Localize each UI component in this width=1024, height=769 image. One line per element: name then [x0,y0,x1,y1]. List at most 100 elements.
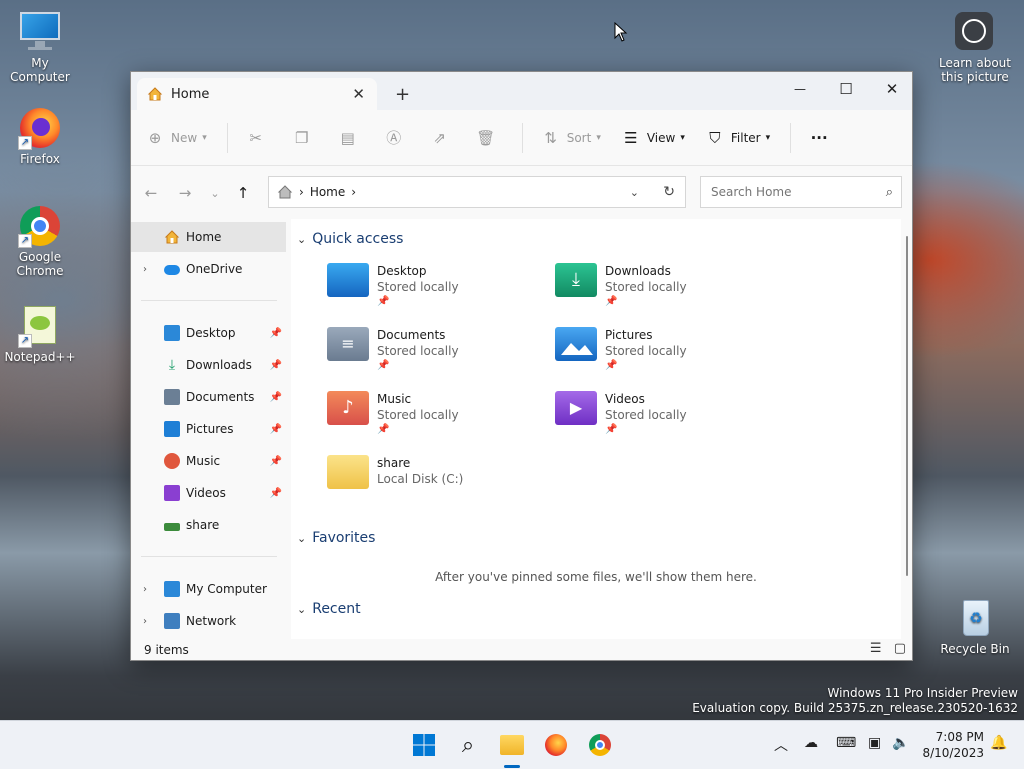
nav-item-pictures[interactable]: Pictures 📌 [131,414,286,444]
expand-chevron-icon[interactable]: › [143,584,147,595]
delete-button[interactable]: 🗑 [476,128,502,148]
rename-button[interactable]: Ⓐ [384,128,410,148]
taskbar-chrome[interactable] [584,729,616,761]
onedrive-offline-icon[interactable]: ☁ [804,735,818,751]
title-bar[interactable]: Home ✕ + — ☐ ✕ [131,72,912,110]
pin-icon: 📌 [377,296,390,307]
nav-item-downloads[interactable]: ⤓ Downloads 📌 [131,350,286,380]
nav-item-music[interactable]: Music 📌 [131,446,286,476]
desktop-icon-notepadpp[interactable]: ↗ Notepad++ [0,304,80,364]
paste-button[interactable]: ▤ [338,128,364,148]
nav-item-videos[interactable]: Videos 📌 [131,478,286,508]
section-recent[interactable]: ⌄ Recent [297,601,361,617]
tiles-view-icon[interactable]: ▢ [894,641,906,656]
copy-icon: ❐ [294,128,309,147]
expand-chevron-icon[interactable]: › [143,616,147,627]
quick-access-item-downloads[interactable]: ⤓ Downloads Stored locally 📌 [555,263,775,319]
nav-item-documents[interactable]: Documents 📌 [131,382,286,412]
search-icon[interactable]: ⌕ [886,185,893,200]
view-button[interactable]: ☰ View ▾ [621,128,685,148]
file-explorer-window: Home ✕ + — ☐ ✕ ⊕ New ▾ ✂ ❐ ▤ Ⓐ ⇗ 🗑 ⇅ Sor… [130,71,913,661]
desktop-icon-label: Google Chrome [16,250,64,278]
nav-item-label: Network [186,614,237,628]
maximize-button[interactable]: ☐ [823,74,869,104]
quick-access-item-music[interactable]: ♪ Music Stored locally 📌 [327,391,547,447]
content-area: ⌄ Quick access Desktop Stored locally 📌 … [291,219,901,639]
taskbar-firefox[interactable] [540,729,572,761]
search-input[interactable] [709,184,886,200]
refresh-icon[interactable]: ↻ [663,184,675,200]
quick-access-item-videos[interactable]: ▶ Videos Stored locally 📌 [555,391,775,447]
monitor-icon [164,581,180,597]
tab-home[interactable]: Home ✕ [137,78,377,110]
keyboard-icon[interactable]: ⌨ [836,735,856,751]
start-button[interactable] [408,729,440,761]
expand-chevron-icon[interactable]: › [143,264,147,275]
close-window-button[interactable]: ✕ [869,74,915,104]
desktop-icon-firefox[interactable]: ↗ Firefox [0,106,80,166]
desktop-icon-recycle-bin[interactable]: ♻ Recycle Bin [935,596,1015,656]
pin-icon[interactable]: 📌 [270,360,282,371]
pin-icon[interactable]: 📌 [270,456,282,467]
videos-icon [164,485,180,501]
share-button[interactable]: ⇗ [430,128,456,148]
breadcrumb-separator[interactable]: › [351,185,356,199]
desktop-icon-my-computer[interactable]: My Computer [0,10,80,84]
minimize-button[interactable]: — [777,74,823,104]
pin-icon[interactable]: 📌 [270,392,282,403]
pin-icon[interactable]: 📌 [270,424,282,435]
nav-item-share[interactable]: share [131,510,286,540]
breadcrumb-home[interactable]: Home [310,185,345,199]
quick-access-item-desktop[interactable]: Desktop Stored locally 📌 [327,263,547,319]
address-bar[interactable]: › Home › ⌄ ↻ [268,176,686,208]
music-icon [164,453,180,469]
section-title: Recent [312,601,361,617]
filter-button[interactable]: ⛉ Filter ▾ [705,128,770,148]
breadcrumb-separator[interactable]: › [299,185,304,199]
quick-access-item-share[interactable]: share Local Disk (C:) [327,455,547,511]
downloads-folder-icon: ⤓ [555,263,597,297]
cloud-icon [164,265,180,275]
notification-bell-icon[interactable]: 🔔 [990,735,1007,751]
close-tab-icon[interactable]: ✕ [352,85,365,103]
nav-item-my-computer[interactable]: › My Computer [131,574,286,604]
network-status-icon[interactable]: ▣ [868,735,881,751]
show-hidden-icons-chevron-icon[interactable]: ︿ [774,735,788,755]
nav-item-home[interactable]: Home [131,222,286,252]
forward-arrow-icon[interactable]: → [168,184,202,202]
address-dropdown-chevron-icon[interactable]: ⌄ [630,186,639,199]
details-view-icon[interactable]: ☰ [870,641,882,656]
nav-item-network[interactable]: › Network [131,606,286,636]
pin-icon[interactable]: 📌 [270,328,282,339]
quick-access-item-documents[interactable]: ≡ Documents Stored locally 📌 [327,327,547,383]
new-button[interactable]: ⊕ New ▾ [145,128,207,148]
back-arrow-icon[interactable]: ← [134,184,168,202]
pin-icon[interactable]: 📌 [270,488,282,499]
search-button[interactable]: ⌕ [452,729,484,761]
desktop-icon-chrome[interactable]: ↗ Google Chrome [0,204,80,278]
nav-item-label: My Computer [186,582,267,596]
mouse-cursor-icon [614,22,628,42]
cut-button[interactable]: ✂ [246,128,272,148]
recent-locations-chevron-icon[interactable]: ⌄ [202,187,228,200]
nav-item-desktop[interactable]: Desktop 📌 [131,318,286,348]
vertical-scrollbar[interactable] [904,220,910,638]
desktop-icon-learn[interactable]: Learn about this picture [935,10,1015,84]
item-name: Videos [605,392,645,406]
scissors-icon: ✂ [249,128,262,147]
taskbar-file-explorer[interactable] [496,729,528,761]
sort-button[interactable]: ⇅ Sort ▾ [541,128,600,148]
more-options-button[interactable]: ··· [809,128,835,148]
scrollbar-thumb[interactable] [906,236,908,576]
volume-icon[interactable]: 🔈 [892,735,909,751]
nav-item-onedrive[interactable]: › OneDrive [131,254,286,284]
clock[interactable]: 7:08 PM 8/10/2023 [922,729,984,761]
up-arrow-icon[interactable]: ↑ [228,184,258,202]
section-quick-access[interactable]: ⌄ Quick access [297,231,403,247]
quick-access-item-pictures[interactable]: Pictures Stored locally 📌 [555,327,775,383]
copy-button[interactable]: ❐ [292,128,318,148]
chevron-down-icon: ▾ [680,132,685,143]
section-favorites[interactable]: ⌄ Favorites [297,530,375,546]
new-tab-button[interactable]: + [395,84,410,105]
search-box[interactable]: ⌕ [700,176,902,208]
